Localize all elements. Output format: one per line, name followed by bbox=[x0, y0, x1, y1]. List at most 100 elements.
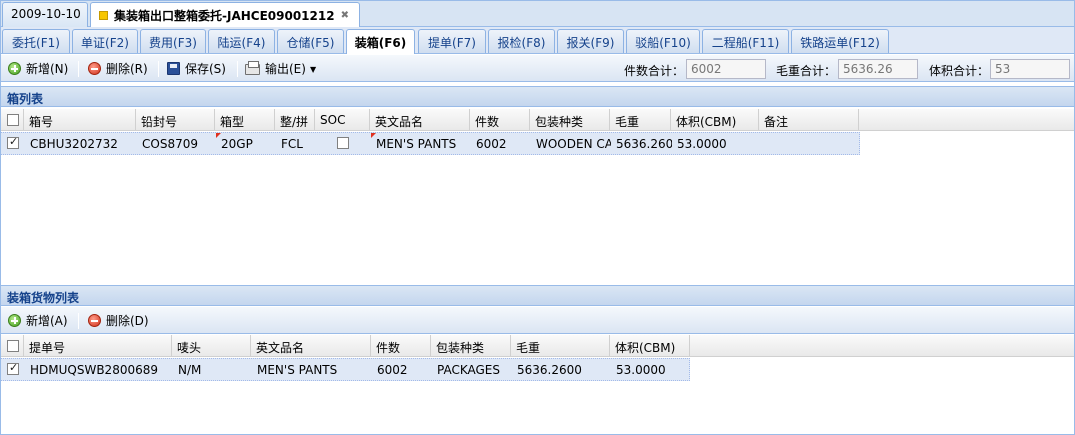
tab-fees[interactable]: 费用(F3) bbox=[140, 29, 206, 53]
cell-english-name[interactable]: MEN'S PANTS bbox=[371, 133, 471, 154]
row-checkbox[interactable] bbox=[7, 361, 19, 375]
printer-icon bbox=[245, 61, 260, 75]
tab-documents[interactable]: 单证(F2) bbox=[72, 29, 138, 53]
cargo-list-title: 装箱货物列表 bbox=[7, 291, 80, 305]
cargo-delete-button-label: 删除(D) bbox=[106, 314, 149, 328]
col-package-type[interactable]: 包装种类 bbox=[530, 109, 610, 131]
cell-cargo-english-name[interactable]: MEN'S PANTS bbox=[252, 359, 372, 380]
volume-total-label: 体积合计： bbox=[929, 64, 990, 78]
cargo-delete-button[interactable]: 删除(D) bbox=[88, 312, 149, 330]
export-button-label: 输出(E) bbox=[265, 62, 306, 76]
col-cargo-quantity[interactable]: 件数 bbox=[371, 335, 431, 357]
cargo-list-header: 装箱货物列表 bbox=[0, 285, 1075, 306]
doc-tab-consignment[interactable]: 集装箱出口整箱委托-JAHCE09001212 ✖ bbox=[90, 2, 360, 28]
cell-gross-weight[interactable]: 5636.260 bbox=[611, 133, 672, 154]
col-gross-weight[interactable]: 毛重 bbox=[610, 109, 671, 131]
tab-second-vessel-label: 二程船(F11) bbox=[711, 36, 780, 50]
col-load-type[interactable]: 整/拼 bbox=[275, 109, 315, 131]
tab-bill-of-lading[interactable]: 提单(F7) bbox=[418, 29, 486, 53]
qty-total-label: 件数合计： bbox=[624, 64, 685, 78]
tab-barge-label: 驳船(F10) bbox=[635, 36, 691, 50]
col-english-name[interactable]: 英文品名 bbox=[370, 109, 470, 131]
export-button[interactable]: 输出(E) ▼ bbox=[245, 60, 316, 78]
tab-container-loading-label: 装箱(F6) bbox=[354, 36, 407, 50]
weight-total-field[interactable] bbox=[838, 59, 918, 79]
qty-total-field[interactable] bbox=[686, 59, 766, 79]
col-soc[interactable]: SOC bbox=[315, 109, 370, 131]
save-button-label: 保存(S) bbox=[185, 62, 226, 76]
tab-container-loading[interactable]: 装箱(F6) bbox=[346, 29, 415, 54]
close-icon[interactable]: ✖ bbox=[341, 10, 349, 21]
cell-load-type[interactable]: FCL bbox=[276, 133, 316, 154]
cell-bl-no[interactable]: HDMUQSWB2800689 bbox=[25, 359, 173, 380]
tab-second-vessel[interactable]: 二程船(F11) bbox=[702, 29, 789, 53]
add-button-label: 新增(N) bbox=[26, 62, 69, 76]
col-cargo-gross-weight[interactable]: 毛重 bbox=[511, 335, 610, 357]
col-bl-no[interactable]: 提单号 bbox=[24, 335, 172, 357]
add-button[interactable]: 新增(N) bbox=[8, 60, 68, 78]
col-container-no[interactable]: 箱号 bbox=[24, 109, 136, 131]
delete-button[interactable]: 删除(R) bbox=[88, 60, 148, 78]
add-icon bbox=[8, 62, 21, 75]
toolbar-separator bbox=[158, 61, 159, 77]
tab-documents-label: 单证(F2) bbox=[81, 36, 129, 50]
row-select-cell[interactable] bbox=[1, 133, 25, 154]
col-cargo-package-type[interactable]: 包装种类 bbox=[431, 335, 511, 357]
col-seal-no[interactable]: 铅封号 bbox=[136, 109, 215, 131]
row-select-cell[interactable] bbox=[1, 359, 25, 380]
delete-icon bbox=[88, 314, 101, 327]
soc-checkbox[interactable] bbox=[337, 137, 349, 149]
main-toolbar: 新增(N) 删除(R) 保存(S) 输出(E)▼ 件数合计： 毛重合计： 体积合… bbox=[0, 55, 1075, 82]
cell-package-type[interactable]: WOODEN CA bbox=[531, 133, 611, 154]
dirty-marker bbox=[371, 133, 376, 138]
container-list-header: 箱列表 bbox=[0, 86, 1075, 107]
cargo-add-button[interactable]: 新增(A) bbox=[8, 312, 68, 330]
cargo-select-all-checkbox[interactable] bbox=[7, 340, 19, 352]
tab-fees-label: 费用(F3) bbox=[149, 36, 197, 50]
tab-land-transport[interactable]: 陆运(F4) bbox=[208, 29, 275, 53]
col-quantity[interactable]: 件数 bbox=[470, 109, 530, 131]
col-cargo-english-name[interactable]: 英文品名 bbox=[251, 335, 371, 357]
select-all-checkbox[interactable] bbox=[7, 114, 19, 126]
cell-soc[interactable] bbox=[316, 133, 371, 154]
col-marks[interactable]: 唛头 bbox=[172, 335, 251, 357]
tab-customs-label: 报关(F9) bbox=[566, 36, 615, 50]
tab-customs[interactable]: 报关(F9) bbox=[557, 29, 624, 53]
col-container-type[interactable]: 箱型 bbox=[215, 109, 275, 131]
doc-tab-date[interactable]: 2009-10-10 bbox=[2, 2, 88, 27]
cell-cargo-volume[interactable]: 53.0000 bbox=[611, 359, 691, 380]
document-icon bbox=[99, 11, 108, 20]
tab-inspection[interactable]: 报检(F8) bbox=[488, 29, 555, 53]
cargo-toolbar: 新增(A) 删除(D) bbox=[0, 307, 1075, 334]
select-all-cell[interactable] bbox=[0, 109, 24, 131]
toolbar-separator bbox=[78, 61, 79, 77]
doc-tab-date-label: 2009-10-10 bbox=[11, 7, 81, 21]
cell-remark[interactable] bbox=[760, 133, 860, 154]
cell-cargo-quantity[interactable]: 6002 bbox=[372, 359, 432, 380]
delete-icon bbox=[88, 62, 101, 75]
cargo-select-all-cell[interactable] bbox=[0, 335, 24, 357]
tab-warehouse[interactable]: 仓储(F5) bbox=[277, 29, 344, 53]
cell-cargo-package-type[interactable]: PACKAGES bbox=[432, 359, 512, 380]
tab-barge[interactable]: 驳船(F10) bbox=[626, 29, 700, 53]
col-remark[interactable]: 备注 bbox=[759, 109, 859, 131]
volume-total-field[interactable] bbox=[990, 59, 1070, 79]
save-button[interactable]: 保存(S) bbox=[167, 60, 226, 78]
table-row[interactable]: HDMUQSWB2800689 N/M MEN'S PANTS 6002 PAC… bbox=[0, 358, 690, 381]
tab-consign[interactable]: 委托(F1) bbox=[2, 29, 70, 53]
cell-container-no[interactable]: CBHU3202732 bbox=[25, 133, 137, 154]
tab-warehouse-label: 仓储(F5) bbox=[286, 36, 335, 50]
weight-total-label: 毛重合计： bbox=[776, 64, 837, 78]
cell-container-type[interactable]: 20GP bbox=[216, 133, 276, 154]
cell-cargo-gross-weight[interactable]: 5636.2600 bbox=[512, 359, 611, 380]
cell-volume[interactable]: 53.0000 bbox=[672, 133, 760, 154]
container-grid-header: 箱号 铅封号 箱型 整/拼 SOC 英文品名 件数 包装种类 毛重 体积(CBM… bbox=[0, 109, 1075, 131]
cell-quantity[interactable]: 6002 bbox=[471, 133, 531, 154]
tab-railway-waybill[interactable]: 铁路运单(F12) bbox=[791, 29, 889, 53]
table-row[interactable]: CBHU3202732 COS8709 20GP FCL MEN'S PANTS… bbox=[0, 132, 860, 155]
cell-marks[interactable]: N/M bbox=[173, 359, 252, 380]
col-volume[interactable]: 体积(CBM) bbox=[671, 109, 759, 131]
col-cargo-volume[interactable]: 体积(CBM) bbox=[610, 335, 690, 357]
cell-seal-no[interactable]: COS8709 bbox=[137, 133, 216, 154]
row-checkbox[interactable] bbox=[7, 135, 19, 149]
